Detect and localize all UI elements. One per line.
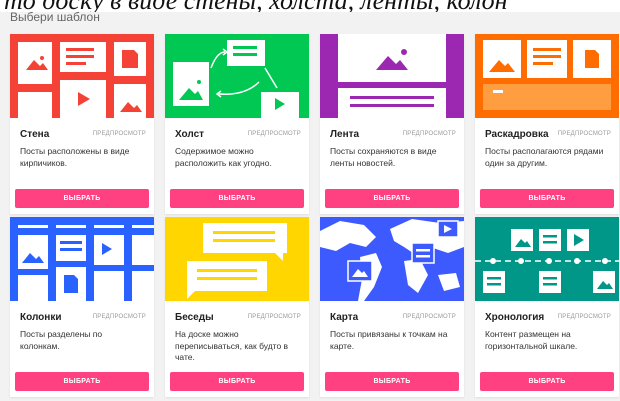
template-card-map[interactable]: Карта ПРЕДПРОСМОТР Посты привязаны к точ… xyxy=(320,217,464,397)
template-description: Контент размещен на горизонтальной шкале… xyxy=(485,329,578,351)
canvas-layout-icon xyxy=(165,34,309,118)
template-description: Посты сохраняются в виде ленты новостей. xyxy=(330,146,437,168)
template-description: На доске можно переписываться, как будто… xyxy=(175,329,289,362)
template-card-storyboard[interactable]: Раскадровка ПРЕДПРОСМОТР Посты располага… xyxy=(475,34,619,214)
timeline-layout-icon xyxy=(475,217,619,301)
select-button[interactable]: ВЫБРАТЬ xyxy=(15,189,149,208)
template-description: Посты разделены по колонкам. xyxy=(20,329,103,351)
preview-link[interactable]: ПРЕДПРОСМОТР xyxy=(93,131,146,137)
select-button[interactable]: ВЫБРАТЬ xyxy=(170,372,304,391)
stream-layout-icon xyxy=(320,34,464,118)
preview-link[interactable]: ПРЕДПРОСМОТР xyxy=(558,314,611,320)
template-name: Хронология xyxy=(485,312,545,323)
select-button[interactable]: ВЫБРАТЬ xyxy=(480,189,614,208)
template-name: Беседы xyxy=(175,312,214,323)
template-chooser: Выбери шаблон Стена ПРЕДПРОСМОТР Посты р… xyxy=(0,10,620,401)
preview-link[interactable]: ПРЕДПРОСМОТР xyxy=(93,314,146,320)
template-name: Лента xyxy=(330,129,360,140)
columns-layout-icon xyxy=(10,217,154,301)
preview-link[interactable]: ПРЕДПРОСМОТР xyxy=(248,314,301,320)
page-title: Выбери шаблон xyxy=(10,10,100,24)
preview-link[interactable]: ПРЕДПРОСМОТР xyxy=(248,131,301,137)
template-card-wall[interactable]: Стена ПРЕДПРОСМОТР Посты расположены в в… xyxy=(10,34,154,214)
template-name: Холст xyxy=(175,129,205,140)
template-description: Посты расположены в виде кирпичиков. xyxy=(20,146,130,168)
storyboard-layout-icon xyxy=(475,34,619,118)
select-button[interactable]: ВЫБРАТЬ xyxy=(325,189,459,208)
template-description: Посты располагаются рядами один за други… xyxy=(485,146,604,168)
preview-link[interactable]: ПРЕДПРОСМОТР xyxy=(403,314,456,320)
template-description: Посты привязаны к точкам на карте. xyxy=(330,329,448,351)
template-name: Карта xyxy=(330,312,359,323)
template-name: Стена xyxy=(20,129,50,140)
preview-link[interactable]: ПРЕДПРОСМОТР xyxy=(403,131,456,137)
template-name: Колонки xyxy=(20,312,62,323)
chat-layout-icon xyxy=(165,217,309,301)
template-card-columns[interactable]: Колонки ПРЕДПРОСМОТР Посты разделены по … xyxy=(10,217,154,397)
template-card-timeline[interactable]: Хронология ПРЕДПРОСМОТР Контент размещен… xyxy=(475,217,619,397)
template-name: Раскадровка xyxy=(485,129,549,140)
template-card-stream[interactable]: Лента ПРЕДПРОСМОТР Посты сохраняются в в… xyxy=(320,34,464,214)
select-button[interactable]: ВЫБРАТЬ xyxy=(170,189,304,208)
select-button[interactable]: ВЫБРАТЬ xyxy=(325,372,459,391)
template-card-chat[interactable]: Беседы ПРЕДПРОСМОТР На доске можно переп… xyxy=(165,217,309,397)
select-button[interactable]: ВЫБРАТЬ xyxy=(15,372,149,391)
template-description: Содержимое можно расположить как угодно. xyxy=(175,146,272,168)
preview-link[interactable]: ПРЕДПРОСМОТР xyxy=(558,131,611,137)
map-layout-icon xyxy=(320,217,464,301)
select-button[interactable]: ВЫБРАТЬ xyxy=(480,372,614,391)
wall-layout-icon xyxy=(10,34,154,118)
template-card-canvas[interactable]: Холст ПРЕДПРОСМОТР Содержимое можно расп… xyxy=(165,34,309,214)
